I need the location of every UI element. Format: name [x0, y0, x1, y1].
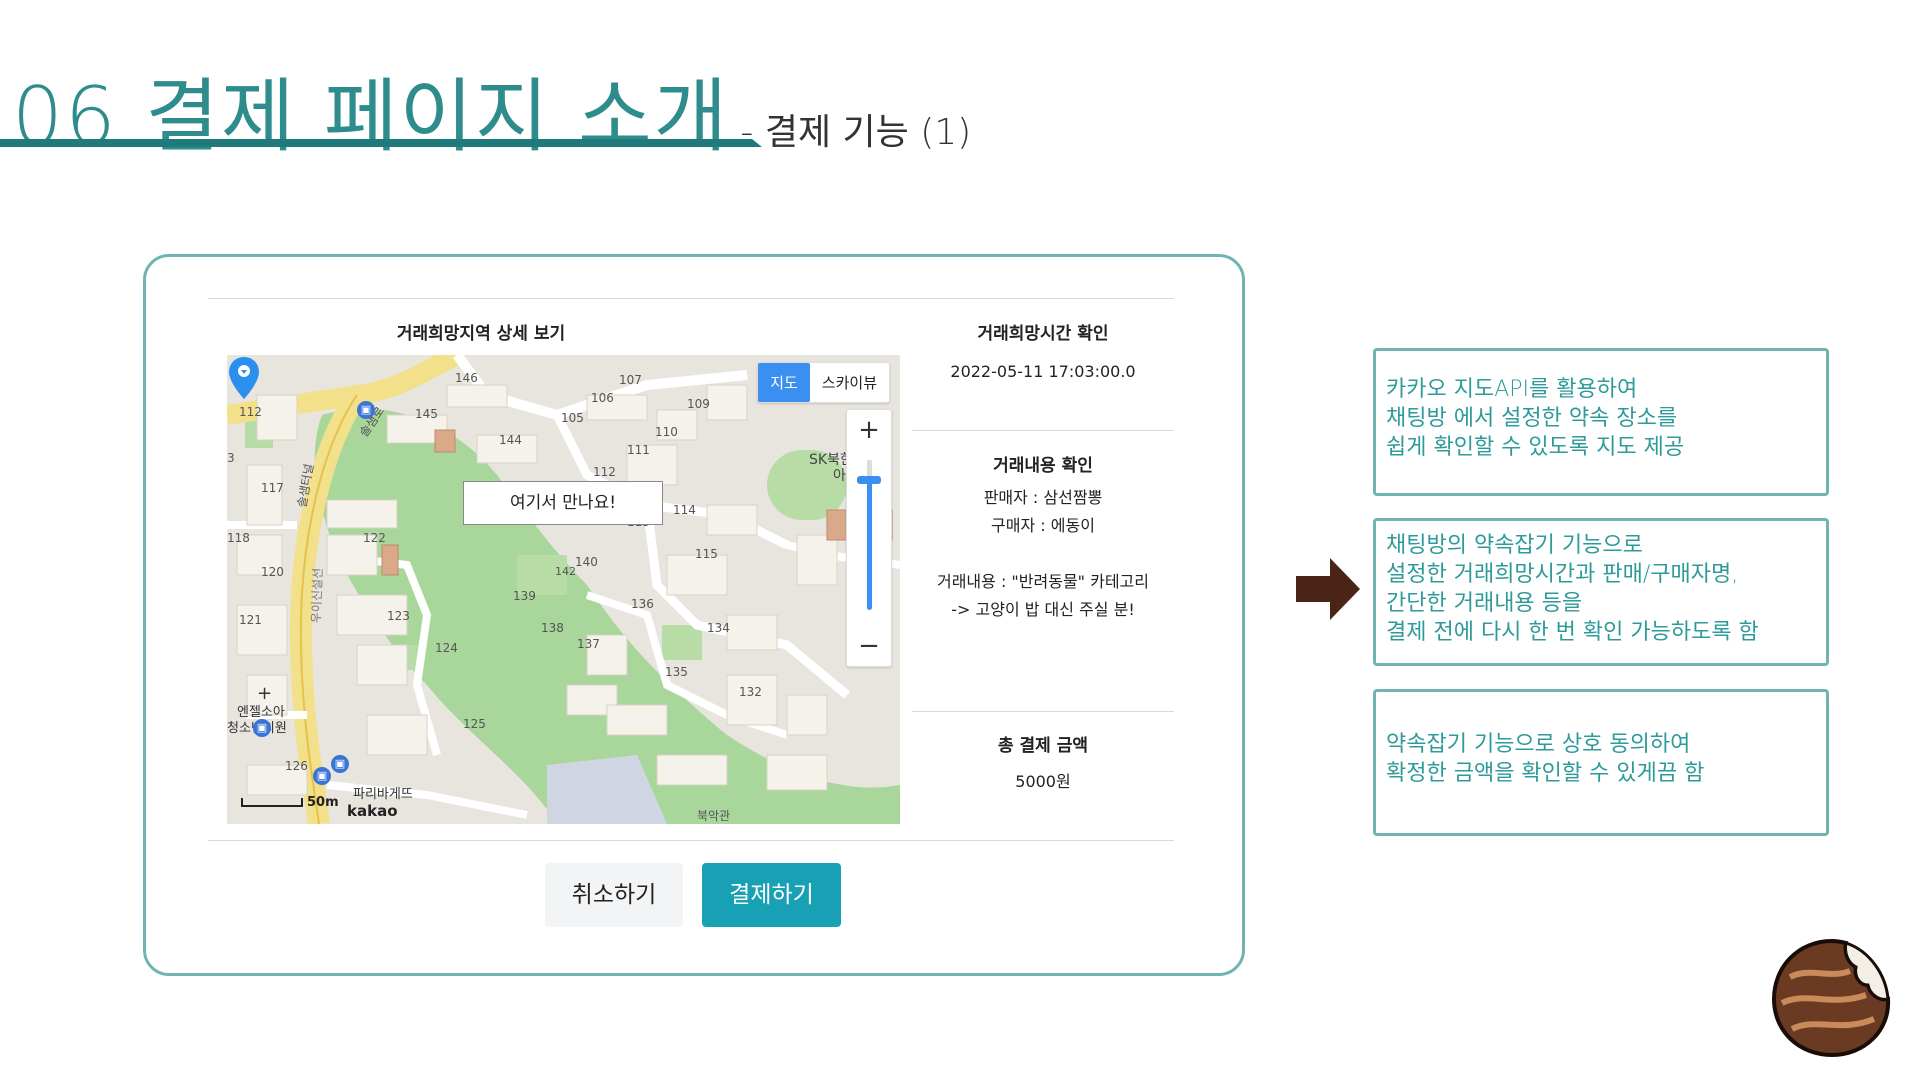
- map-label: 135: [665, 665, 688, 679]
- map-label: 107: [619, 373, 642, 387]
- divider: [912, 430, 1174, 431]
- kakao-logo: kakao: [347, 802, 398, 820]
- map-label: 111: [627, 443, 650, 457]
- divider: [208, 298, 1174, 299]
- divider: [208, 840, 1174, 841]
- amount-value: 5000원: [1015, 772, 1071, 791]
- map-label: 112: [239, 405, 262, 419]
- amount-section: 총 결제 금액 5000원: [912, 731, 1174, 796]
- zoom-slider-handle[interactable]: [857, 476, 881, 484]
- scale-label: 50m: [307, 795, 339, 810]
- note-box-amount: 약속잡기 기능으로 상호 동의하여 확정한 금액을 확인할 수 있게끔 함: [1373, 689, 1829, 836]
- map-label: 137: [577, 637, 600, 651]
- time-value: 2022-05-11 17:03:00.0: [950, 362, 1136, 381]
- map-label: 120: [261, 565, 284, 579]
- deal-content-line1: 거래내용 : "반려동물" 카테고리: [936, 572, 1149, 591]
- zoom-control: + −: [846, 409, 892, 667]
- map-label: 145: [415, 407, 438, 421]
- cookie-logo-icon: [1771, 938, 1891, 1058]
- arrow-right-icon: [1296, 558, 1360, 620]
- hospital-icon: +: [257, 683, 273, 704]
- map-label: 123: [387, 609, 410, 623]
- location-marker-icon[interactable]: [227, 355, 261, 403]
- note-line: 간단한 거래내용 등을: [1386, 591, 1583, 616]
- map-label: 146: [455, 371, 478, 385]
- bus-stop-icon: ▣: [313, 767, 331, 785]
- map-type-control: 지도 스카이뷰: [757, 362, 890, 403]
- title-underline: [0, 139, 762, 147]
- bus-stop-icon: ▣: [331, 755, 349, 773]
- divider: [912, 711, 1174, 712]
- map-label: 106: [591, 391, 614, 405]
- scale-bar: [241, 798, 303, 807]
- map-label: 118: [227, 531, 250, 545]
- bus-stop-icon: ▣: [253, 719, 271, 737]
- map-label: 138: [541, 621, 564, 635]
- bus-stop-icon: ▣: [357, 401, 375, 419]
- map-label: 110: [655, 425, 678, 439]
- map-label: 117: [261, 481, 284, 495]
- time-heading: 거래희망시간 확인: [977, 324, 1109, 344]
- map-label: 132: [739, 685, 762, 699]
- map-type-skyview-button[interactable]: 스카이뷰: [810, 363, 889, 402]
- payment-page-card: 거래희망지역 상세 보기 146 145 144 107 106 105 109…: [143, 254, 1245, 976]
- note-line: 약속잡기 기능으로 상호 동의하여: [1386, 732, 1691, 757]
- note-box-confirm: 채팅방의 약속잡기 기능으로 설정한 거래희망시간과 판매/구매자명, 간단한 …: [1373, 518, 1829, 666]
- map-type-roadmap-button[interactable]: 지도: [758, 363, 810, 402]
- map-scale: 50m: [241, 795, 339, 810]
- map-label: 114: [673, 503, 696, 517]
- map-label: 115: [695, 547, 718, 561]
- note-line: 채팅방의 약속잡기 기능으로: [1386, 533, 1643, 558]
- poi-label: 북악관: [697, 809, 731, 823]
- zoom-in-button[interactable]: +: [847, 410, 891, 450]
- map-label: 134: [707, 621, 730, 635]
- note-line: 카카오 지도API를 활용하여: [1386, 377, 1638, 402]
- map-label: 3: [227, 451, 235, 465]
- deal-section: 거래내용 확인 판매자 : 삼선짬뽕 구매자 : 에동이 거래내용 : "반려동…: [912, 451, 1174, 624]
- map-label: 109: [687, 397, 710, 411]
- slide-subtitle: - 결제 기능 (1): [740, 112, 972, 153]
- map-label: 122: [363, 531, 386, 545]
- map-label: 136: [631, 597, 654, 611]
- zoom-out-button[interactable]: −: [847, 626, 891, 666]
- map-tiles: [227, 355, 900, 824]
- cancel-button[interactable]: 취소하기: [545, 863, 683, 927]
- note-line: 설정한 거래희망시간과 판매/구매자명,: [1386, 562, 1739, 587]
- map-label: 144: [499, 433, 522, 447]
- note-line: 쉽게 확인할 수 있도록 지도 제공: [1386, 435, 1685, 460]
- note-line: 채팅방 에서 설정한 약속 장소를: [1386, 406, 1678, 431]
- road-label: 우이신설선: [309, 567, 326, 624]
- map-label: 126: [285, 759, 308, 773]
- note-line: 확정한 금액을 확인할 수 있게끔 함: [1386, 761, 1705, 786]
- slide-title: 06 결제 페이지 소개 - 결제 기능 (1): [12, 52, 971, 168]
- buyer-text: 구매자 : 에동이: [991, 516, 1095, 535]
- amount-heading: 총 결제 금액: [997, 736, 1089, 756]
- time-section: 거래희망시간 확인 2022-05-11 17:03:00.0: [912, 319, 1174, 386]
- map-label: 121: [239, 613, 262, 627]
- map-label: 140: [575, 555, 598, 569]
- deal-heading: 거래내용 확인: [993, 456, 1093, 476]
- map-label: 112: [593, 465, 616, 479]
- slide-title-main: 06 결제 페이지 소개: [12, 70, 730, 163]
- seller-text: 판매자 : 삼선짬뽕: [983, 488, 1103, 507]
- kakao-map[interactable]: 146 145 144 107 106 105 109 110 111 112 …: [227, 355, 900, 824]
- map-infowindow: 여기서 만나요!: [463, 481, 663, 525]
- pay-button[interactable]: 결제하기: [702, 863, 841, 927]
- note-box-map: 카카오 지도API를 활용하여 채팅방 에서 설정한 약속 장소를 쉽게 확인할…: [1373, 348, 1829, 496]
- note-line: 결제 전에 다시 한 번 확인 가능하도록 함: [1386, 620, 1759, 645]
- map-label: 124: [435, 641, 458, 655]
- map-section-heading: 거래희망지역 상세 보기: [396, 324, 566, 344]
- deal-content-line2: -> 고양이 밥 대신 주실 분!: [951, 600, 1135, 619]
- map-label: 105: [561, 411, 584, 425]
- map-label: 125: [463, 717, 486, 731]
- marker-label: 142: [555, 565, 576, 578]
- poi-label: 파리바게뜨: [353, 787, 413, 802]
- map-label: 139: [513, 589, 536, 603]
